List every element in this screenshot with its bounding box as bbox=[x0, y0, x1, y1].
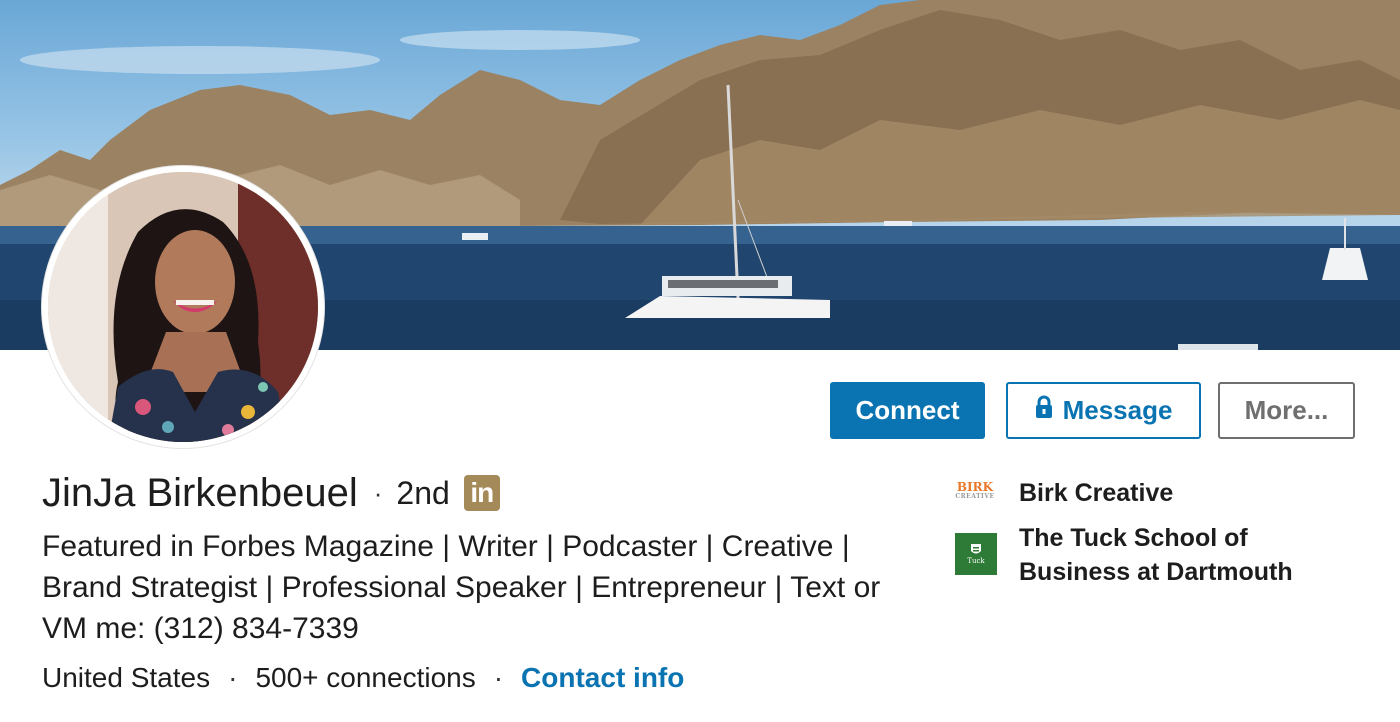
meta-separator: · bbox=[228, 662, 238, 693]
more-button[interactable]: More... bbox=[1218, 382, 1355, 439]
profile-headline: Featured in Forbes Magazine | Writer | P… bbox=[42, 530, 881, 645]
meta-separator: · bbox=[493, 662, 504, 693]
profile-connections: 500+ connections bbox=[255, 662, 476, 693]
linkedin-premium-icon: in bbox=[463, 475, 500, 511]
name-separator: · bbox=[373, 477, 383, 508]
org-tuck-school[interactable]: Tuck The Tuck School of Business at Dart… bbox=[955, 521, 1319, 589]
org-birk-creative[interactable]: BIRK CREATIVE Birk Creative bbox=[955, 476, 1319, 510]
birk-creative-logo: BIRK CREATIVE bbox=[955, 480, 995, 500]
profile-photo bbox=[48, 172, 318, 442]
connect-button[interactable]: Connect bbox=[830, 382, 985, 439]
contact-info-link[interactable]: Contact info bbox=[521, 662, 684, 694]
profile-avatar[interactable] bbox=[42, 166, 324, 448]
more-label: More... bbox=[1244, 395, 1329, 425]
message-label: Message bbox=[1062, 395, 1173, 425]
tuck-school-logo: Tuck bbox=[955, 521, 999, 575]
lock-icon bbox=[1035, 395, 1053, 426]
shield-icon bbox=[971, 544, 981, 554]
message-button[interactable]: Message bbox=[1006, 382, 1201, 439]
profile-location: United States bbox=[42, 662, 211, 693]
profile-meta: United States · 500+ connections · Conta… bbox=[42, 658, 684, 698]
connection-degree: 2nd bbox=[396, 474, 450, 511]
org-name: Birk Creative bbox=[1019, 479, 1174, 507]
profile-name-row: JinJa Birkenbeuel · 2nd in bbox=[42, 468, 500, 518]
profile-name: JinJa Birkenbeuel bbox=[42, 470, 358, 515]
connect-label: Connect bbox=[855, 395, 960, 425]
org-name: The Tuck School of Business at Dartmouth bbox=[1019, 524, 1293, 586]
